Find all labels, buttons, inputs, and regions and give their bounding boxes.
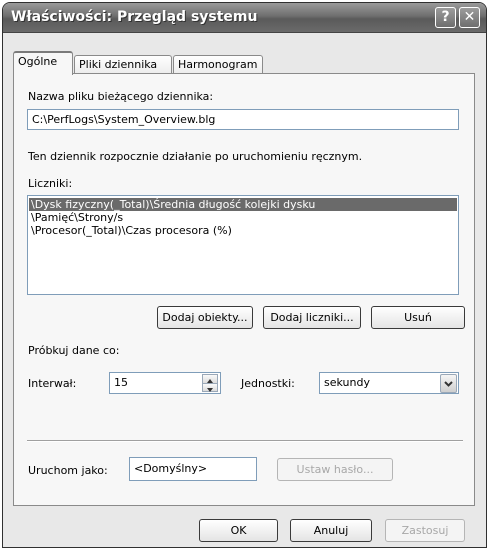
- remove-button[interactable]: Usuń: [371, 306, 465, 329]
- counter-item[interactable]: \Dysk fizyczny(_Total)\Średnia długość k…: [29, 198, 457, 211]
- counters-label: Liczniki:: [28, 177, 73, 190]
- tab-schedule[interactable]: Harmonogram: [173, 55, 263, 74]
- counter-item[interactable]: \Procesor(_Total)\Czas procesora (%): [29, 224, 457, 237]
- separator-line: [27, 440, 463, 442]
- counter-item[interactable]: \Pamięć\Strony/s: [29, 211, 457, 224]
- title-bar[interactable]: Właściwości: Przegląd systemu ? ✕: [3, 3, 486, 33]
- run-as-field[interactable]: <Domyślny>: [129, 457, 257, 481]
- general-tab-panel: Nazwa pliku bieżącego dziennika: C:\Perf…: [13, 73, 475, 506]
- counters-list[interactable]: \Dysk fizyczny(_Total)\Średnia długość k…: [27, 195, 459, 295]
- properties-dialog: Właściwości: Przegląd systemu ? ✕ Ogólne…: [2, 2, 487, 548]
- tab-log-files[interactable]: Pliki dziennika: [74, 55, 172, 74]
- sample-label: Próbkuj dane co:: [28, 344, 120, 357]
- ok-button[interactable]: OK: [199, 519, 278, 542]
- add-objects-button[interactable]: Dodaj obiekty...: [157, 306, 253, 329]
- units-dropdown-button[interactable]: [440, 374, 457, 393]
- help-button[interactable]: ?: [435, 7, 456, 28]
- units-select[interactable]: sekundy: [319, 372, 459, 394]
- interval-label: Interwał:: [28, 377, 77, 390]
- window-title: Właściwości: Przegląd systemu: [11, 9, 258, 25]
- run-as-label: Uruchom jako:: [28, 464, 108, 477]
- info-text: Ten dziennik rozpocznie działanie po uru…: [28, 150, 363, 163]
- spin-down-button[interactable]: [202, 383, 218, 392]
- add-counters-button[interactable]: Dodaj liczniki...: [263, 306, 361, 329]
- cancel-button[interactable]: Anuluj: [290, 519, 372, 542]
- close-button[interactable]: ✕: [459, 7, 480, 28]
- spin-up-button[interactable]: [202, 374, 218, 383]
- chevron-down-icon: [444, 381, 453, 387]
- units-label: Jednostki:: [241, 377, 295, 390]
- set-password-button[interactable]: Ustaw hasło...: [277, 458, 393, 481]
- tab-general[interactable]: Ogólne: [13, 51, 73, 75]
- log-file-field[interactable]: C:\PerfLogs\System_Overview.blg: [27, 109, 459, 130]
- apply-button[interactable]: Zastosuj: [385, 519, 465, 542]
- triangle-down-icon: [207, 388, 213, 392]
- log-file-label: Nazwa pliku bieżącego dziennika:: [28, 90, 214, 103]
